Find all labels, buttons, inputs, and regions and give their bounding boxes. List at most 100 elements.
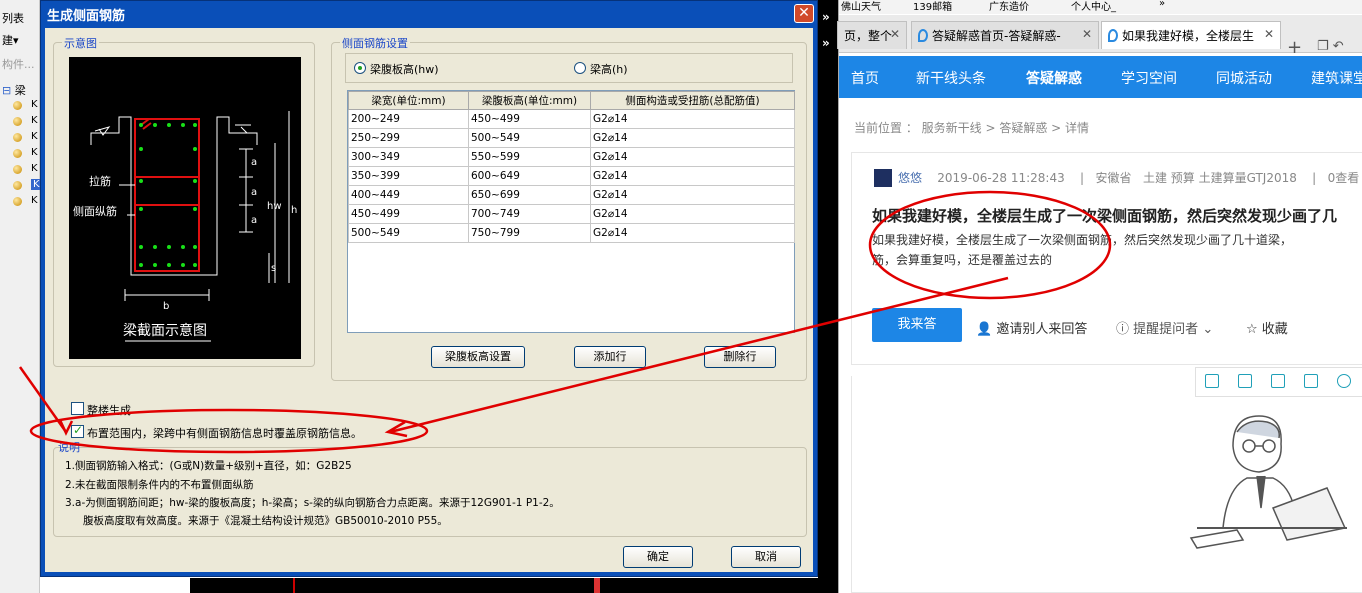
whole-building-label[interactable]: 整楼生成: [87, 402, 131, 418]
host-tree-root[interactable]: ⊟ 梁: [2, 82, 26, 98]
overwrite-checkbox[interactable]: [71, 423, 84, 438]
settings-group-label: 侧面钢筋设置: [340, 35, 410, 51]
col-beam-width[interactable]: 梁宽(单位:mm): [348, 91, 469, 110]
cancel-button[interactable]: 取消: [731, 546, 801, 568]
tab-item[interactable]: 页，整个 ✕: [837, 21, 907, 49]
tree-item[interactable]: K: [0, 162, 40, 177]
component-icon: [13, 101, 22, 110]
component-icon: [13, 181, 22, 190]
tab-close-icon[interactable]: ✕: [890, 27, 900, 41]
dim-hw: hw: [267, 201, 282, 212]
col-side-rebar[interactable]: 侧面构造或受扭筋(总配筋值): [590, 91, 795, 110]
info-icon: ⓘ: [1116, 322, 1130, 337]
question-body: 如果我建好模，全楼层生成了一次梁侧面钢筋，然后突然发现少画了几十道梁，: [872, 233, 1293, 247]
host-create-menu[interactable]: 建▾: [2, 32, 19, 48]
table-row[interactable]: 500~549 750~799 G2⌀14: [348, 223, 795, 243]
question-title: 如果我建好模，全楼层生成了一次梁侧面钢筋，然后突然发现少画了几: [872, 207, 1338, 225]
note-line: 3.a-为侧面钢筋间距；hw-梁的腹板高度；h-梁高；s-梁的纵向钢筋合力点距离…: [65, 497, 560, 509]
new-tab-button[interactable]: +: [1287, 37, 1302, 58]
province: 安徽省: [1095, 171, 1132, 185]
browser-window: 佛山天气 139邮箱 广东造价 个人中心_ » 页，整个 ✕ 答疑解惑首页-答疑解…: [837, 0, 1362, 593]
dim-b: b: [163, 301, 169, 312]
note-line: 2.未在截面限制条件内的不布置侧面纵筋: [65, 479, 254, 491]
ok-button[interactable]: 确定: [623, 546, 693, 568]
tab-item[interactable]: 答疑解惑首页-答疑解惑- ✕: [911, 21, 1099, 49]
bookmark-item[interactable]: 个人中心_: [1071, 0, 1116, 13]
height-mode-selector: 梁腹板高(hw) 梁高(h): [345, 53, 793, 83]
avatar[interactable]: [874, 169, 892, 187]
table-row[interactable]: 250~299 500~549 G2⌀14: [348, 128, 795, 148]
whole-building-checkbox[interactable]: [71, 402, 84, 415]
dim-a: a: [251, 215, 257, 226]
dialog-title: 生成侧面钢筋: [47, 9, 126, 24]
tree-root-label: 梁: [14, 84, 26, 97]
nav-home[interactable]: 首页: [851, 68, 879, 88]
tree-item[interactable]: K: [0, 98, 40, 113]
answer-button[interactable]: 我来答: [872, 308, 962, 342]
window-tools-icon[interactable]: ❐ ↶: [1317, 39, 1344, 54]
chevron-right-icon[interactable]: »: [822, 10, 830, 24]
question-meta: 悠悠 2019-06-28 11:28:43 | 安徽省 土建 预算 土建算量G…: [898, 171, 1360, 185]
web-height-settings-button[interactable]: 梁腹板高设置: [431, 346, 525, 368]
gear-icon[interactable]: [1337, 374, 1351, 388]
chevron-down-icon: ⌄: [1202, 322, 1214, 337]
label-tie: 拉筋: [89, 174, 111, 188]
share-icon[interactable]: [1304, 374, 1318, 388]
nav-qa[interactable]: 答疑解惑: [1026, 68, 1082, 88]
radio-web-height-label[interactable]: 梁腹板高(hw): [370, 61, 439, 77]
save-icon[interactable]: [1271, 374, 1285, 388]
add-row-button[interactable]: 添加行: [574, 346, 646, 368]
tab-close-icon[interactable]: ✕: [1264, 27, 1274, 41]
tree-item-selected[interactable]: K: [0, 178, 42, 193]
radio-beam-height-label[interactable]: 梁高(h): [590, 61, 628, 77]
host-list-label: 列表: [2, 12, 24, 25]
tab-item-active[interactable]: 如果我建好模，全楼层生 ✕: [1101, 21, 1281, 49]
nav-events[interactable]: 同城活动: [1216, 68, 1272, 88]
notes-label: 说明: [58, 441, 80, 454]
collect-button[interactable]: ☆ 收藏: [1246, 318, 1288, 337]
tree-item[interactable]: K: [0, 130, 40, 145]
radio-beam-height[interactable]: [574, 62, 586, 74]
copy-icon[interactable]: [1205, 374, 1219, 388]
beam-section-diagram: 拉筋 侧面纵筋 a a a hw h s b 梁截面示意图: [69, 57, 301, 359]
cad-canvas-bottom: [190, 578, 838, 593]
note-line: 腹板高度取有效高度。来源于《混凝土结构设计规范》GB50010-2010 P55…: [83, 515, 448, 527]
dim-s: s: [271, 263, 276, 274]
host-search-input[interactable]: 构件...: [2, 56, 35, 72]
table-row[interactable]: 450~499 700~749 G2⌀14: [348, 204, 795, 224]
remind-button[interactable]: ⓘ 提醒提问者 ⌄: [1116, 318, 1213, 337]
tree-item[interactable]: K: [0, 114, 40, 129]
close-button[interactable]: ✕: [794, 4, 814, 23]
table-row[interactable]: 200~249 450~499 G2⌀14: [348, 109, 795, 129]
tree-item[interactable]: K: [0, 146, 40, 161]
question-body: 筋，会算重复吗，还是覆盖过去的: [872, 253, 1053, 267]
bookmark-item[interactable]: 佛山天气: [841, 0, 881, 13]
note-line: 1.侧面钢筋输入格式：(G或N)数量+级别+直径，如：G2B25: [65, 460, 352, 472]
nav-headlines[interactable]: 新干线头条: [916, 68, 986, 88]
table-row[interactable]: 300~349 550~599 G2⌀14: [348, 147, 795, 167]
tree-expand-icon[interactable]: ⊟: [2, 84, 11, 97]
delete-row-button[interactable]: 删除行: [704, 346, 776, 368]
table-row[interactable]: 400~449 650~699 G2⌀14: [348, 185, 795, 205]
label-side-bar: 侧面纵筋: [73, 204, 117, 218]
tree-item[interactable]: K: [0, 194, 40, 209]
fullscreen-icon[interactable]: [1238, 374, 1252, 388]
table-row[interactable]: 350~399 600~649 G2⌀14: [348, 166, 795, 186]
author-name[interactable]: 悠悠: [898, 171, 922, 185]
generate-side-rebar-dialog: 生成侧面钢筋 ✕ 示意图 拉筋 侧面纵筋 a a a hw h s b 梁截面示…: [40, 0, 818, 577]
overwrite-label[interactable]: 布置范围内，梁跨中有侧面钢筋信息时覆盖原钢筋信息。: [87, 425, 362, 441]
nav-learning[interactable]: 学习空间: [1121, 68, 1177, 88]
bookmark-overflow[interactable]: »: [1159, 0, 1165, 9]
component-icon: [13, 149, 22, 158]
chevron-right-icon[interactable]: »: [822, 36, 830, 50]
invite-button[interactable]: 👤 邀请别人来回答: [976, 318, 1087, 337]
view-count: 0查看: [1327, 171, 1360, 185]
tab-close-icon[interactable]: ✕: [1082, 27, 1092, 41]
bookmark-item[interactable]: 广东造价: [989, 0, 1029, 13]
radio-web-height[interactable]: [354, 62, 366, 74]
tags[interactable]: 土建 预算 土建算量GTJ2018: [1143, 171, 1297, 185]
bookmark-item[interactable]: 139邮箱: [913, 0, 952, 13]
col-web-height[interactable]: 梁腹板高(单位:mm): [468, 91, 591, 110]
nav-classroom[interactable]: 建筑课堂: [1311, 68, 1362, 88]
site-icon: [1108, 29, 1118, 42]
